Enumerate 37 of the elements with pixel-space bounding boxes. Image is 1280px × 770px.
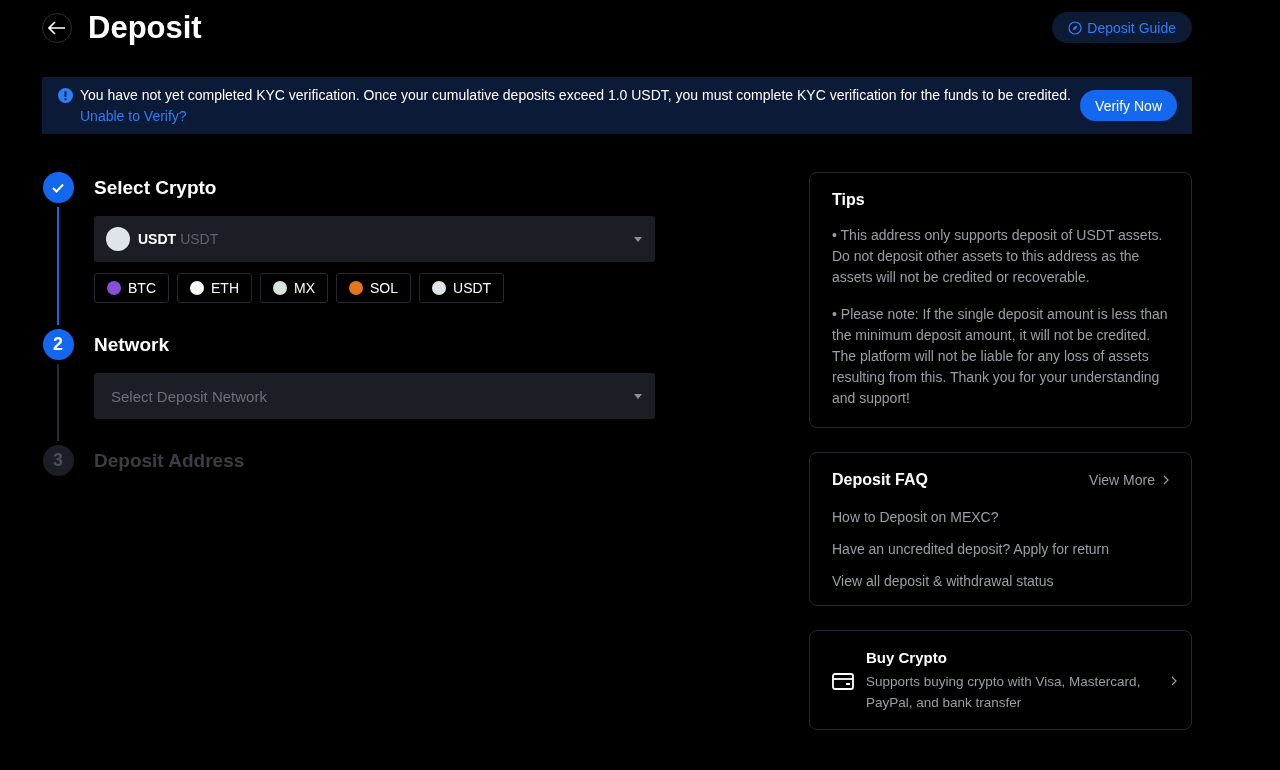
caret-icon <box>634 237 642 242</box>
buy-crypto-description: Supports buying crypto with Visa, Mastercard, PayPal, and bank transfer <box>866 673 1142 712</box>
verify-now-button[interactable]: Verify Now <box>1080 90 1177 121</box>
check-icon <box>52 182 64 193</box>
kyc-message: You have not yet completed KYC verification. Once your cumulative deposits exceed 1.0 USDT, you must complete KYC verification for the funds to be credited. <box>80 86 1071 104</box>
coin-chip[interactable]: ETH <box>177 273 252 303</box>
deposit-guide-button[interactable]: Deposit Guide <box>1052 12 1192 43</box>
info-icon <box>58 88 73 103</box>
caret-icon <box>634 394 642 399</box>
card-icon <box>832 672 854 690</box>
back-button[interactable] <box>42 12 72 43</box>
view-more-link[interactable]: View More <box>1089 472 1169 488</box>
chevron-right-icon <box>1171 676 1177 686</box>
coin-chip[interactable]: SOL <box>336 273 411 303</box>
coin-icon <box>106 227 130 251</box>
unable-to-verify-link[interactable]: Unable to Verify? <box>80 107 187 125</box>
coin-chip[interactable]: MX <box>260 273 328 303</box>
faq-link[interactable]: Have an uncredited deposit? Apply for return <box>832 541 1169 557</box>
tip-text: • Please note: If the single deposit amount is less than the minimum deposit amount, it will not be credited. The platform will not be liable for any loss of assets resulting from this. Thank you for your understanding and support! <box>832 305 1169 408</box>
step-title: Network <box>94 333 170 357</box>
compass-icon <box>1068 20 1083 35</box>
crypto-select[interactable]: USDT USDT <box>94 216 655 262</box>
buy-crypto-title: Buy Crypto <box>866 649 948 666</box>
step-title: Select Crypto <box>94 176 218 200</box>
tip-text: • This address only supports deposit of USDT assets. Do not deposit other assets to this address as the assets will not be credited or recoverable. <box>832 226 1164 287</box>
tips-title: Tips <box>832 191 866 209</box>
arrow-left-icon <box>48 20 66 35</box>
step-title: Deposit Address <box>94 449 246 473</box>
step-number: 2 <box>42 329 74 360</box>
faq-link[interactable]: How to Deposit on MEXC? <box>832 509 1169 525</box>
page-title: Deposit <box>88 9 202 46</box>
coin-chip[interactable]: USDT <box>419 273 505 303</box>
buy-crypto-card[interactable]: Buy Crypto Supports buying crypto with Visa, Mastercard, PayPal, and bank transfer <box>809 630 1192 730</box>
faq-title: Deposit FAQ <box>832 471 928 489</box>
coin-chip[interactable]: BTC <box>94 273 169 303</box>
chevron-right-icon <box>1163 475 1169 485</box>
faq-link[interactable]: View all deposit & withdrawal status <box>832 573 1169 589</box>
